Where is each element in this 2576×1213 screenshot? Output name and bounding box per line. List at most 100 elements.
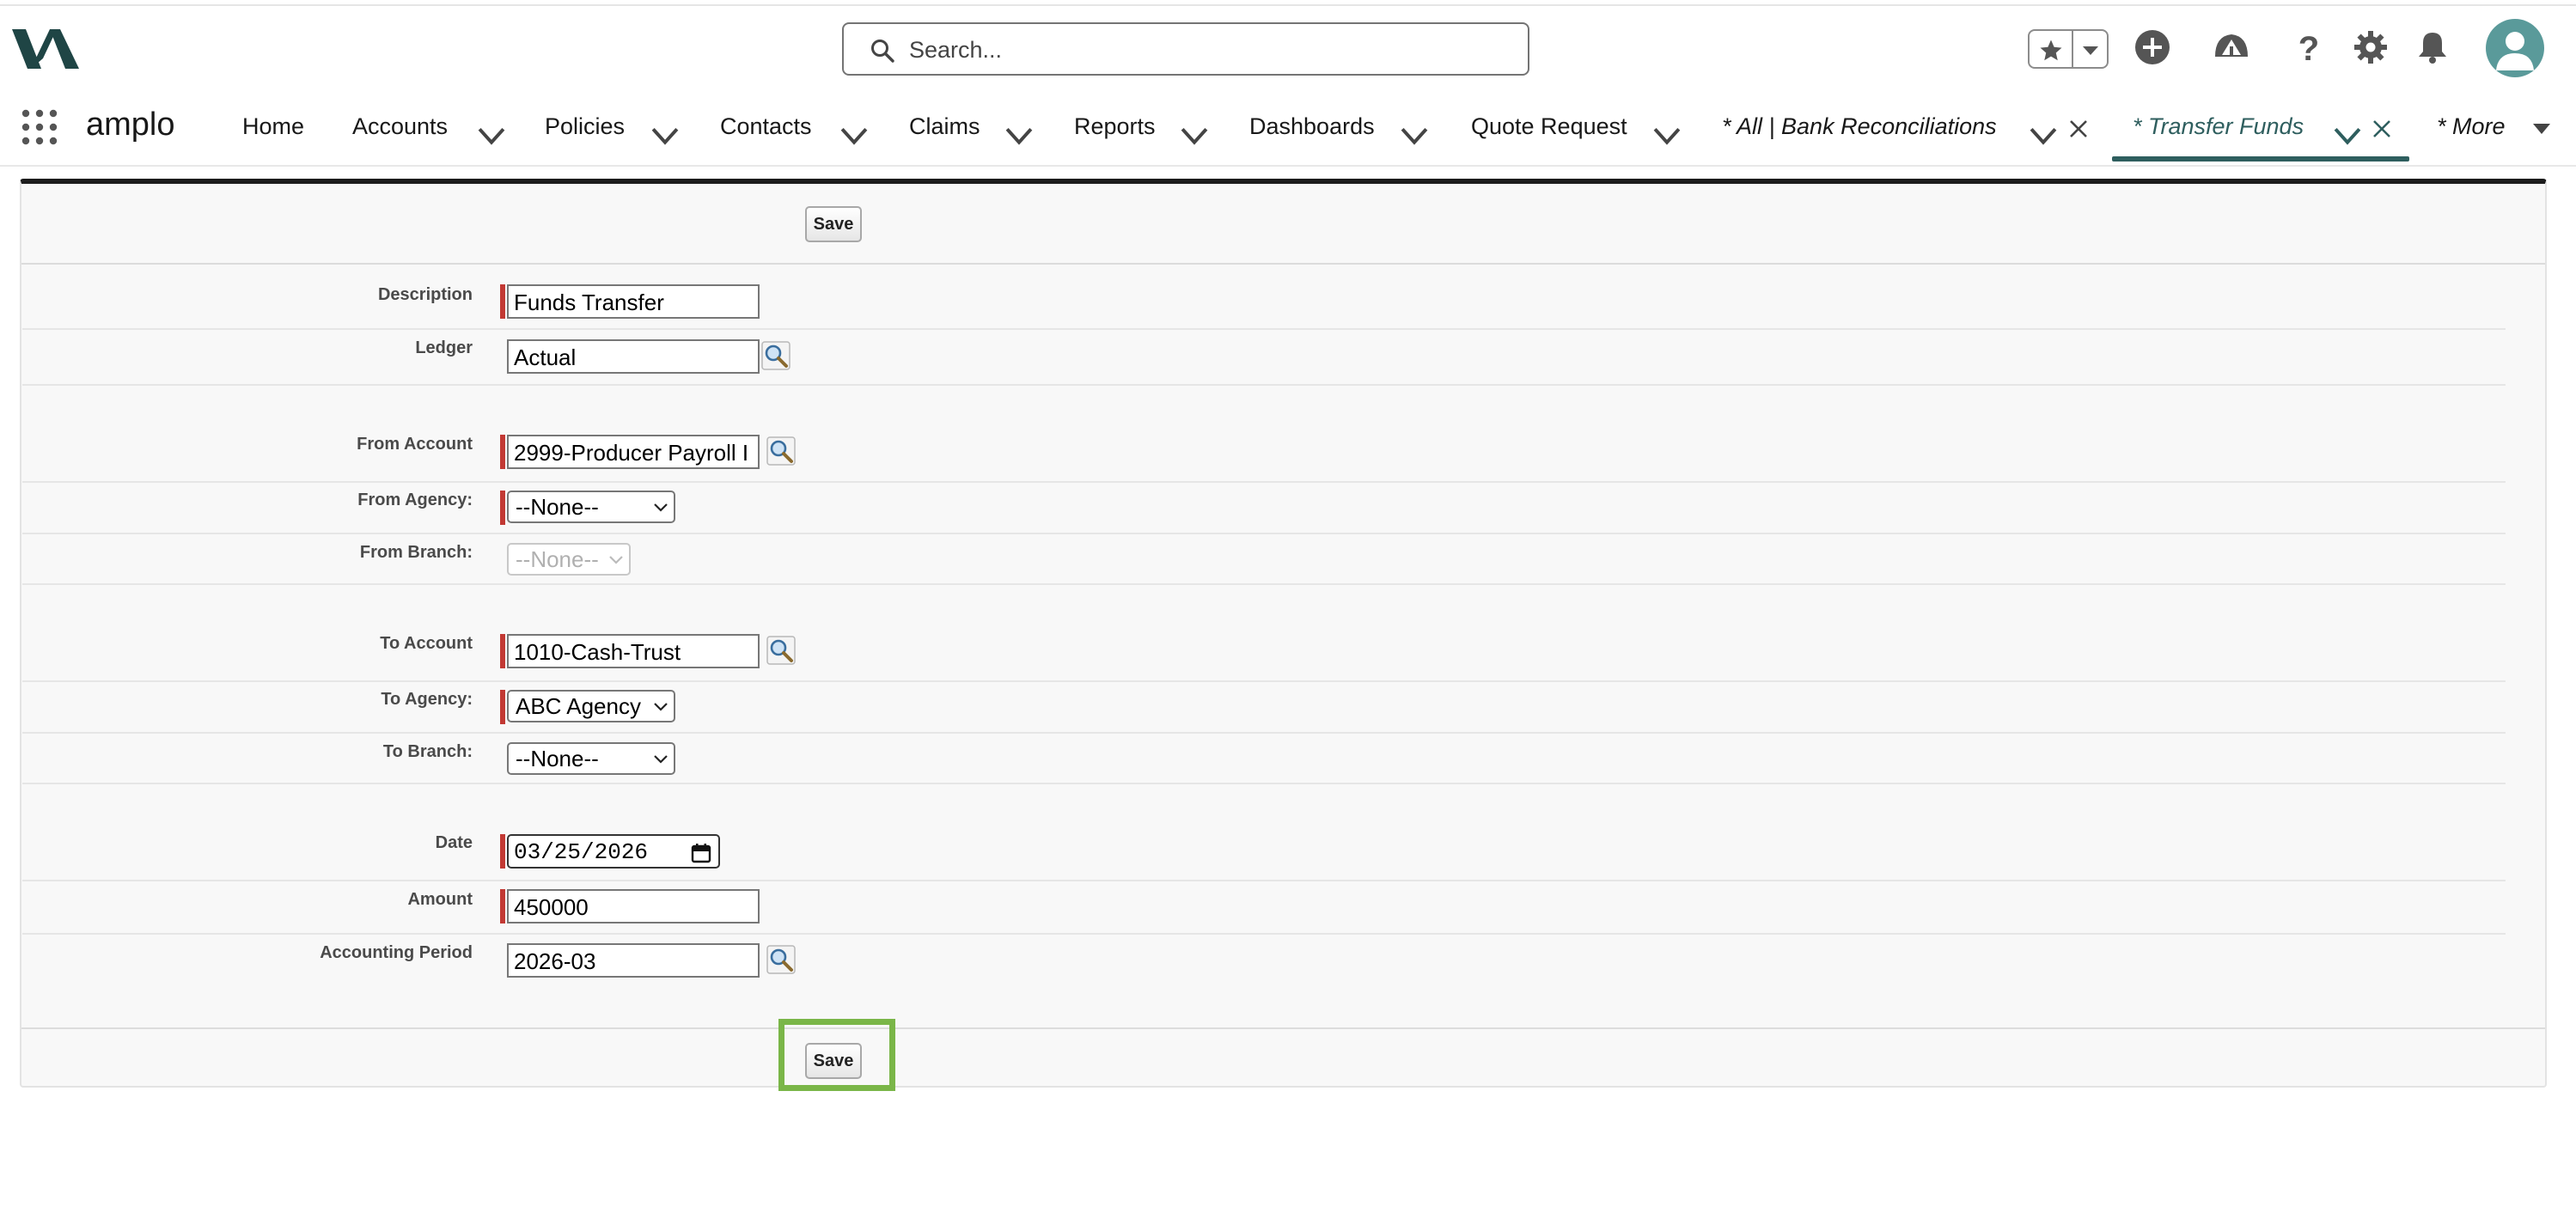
from-account-field[interactable]: 2999-Producer Payroll I (507, 435, 760, 469)
chevron-down-icon (609, 556, 623, 564)
from-branch-select: --None-- (507, 543, 631, 576)
more-tabs[interactable]: * More (2437, 113, 2506, 148)
row-divider (22, 783, 2506, 784)
nav-item-label: Quote Request (1471, 113, 1627, 139)
nav-separator (0, 165, 2576, 167)
chevron-down-icon[interactable] (474, 119, 509, 153)
nav-item-policies[interactable]: Policies (545, 113, 625, 148)
tab-label: * All | Bank Reconciliations (1722, 113, 1997, 139)
tab-bank-reconciliations[interactable]: * All | Bank Reconciliations (1722, 113, 1997, 148)
chevron-down-icon[interactable] (2026, 119, 2060, 153)
to-branch-select[interactable]: --None-- (507, 742, 675, 775)
chevron-down-icon[interactable] (1177, 119, 1212, 153)
calendar-icon[interactable] (691, 843, 711, 863)
tab-label: * Transfer Funds (2133, 113, 2304, 139)
ledger-label: Ledger (415, 338, 473, 357)
caret-down-icon[interactable] (2531, 122, 2552, 136)
user-icon (2496, 32, 2534, 70)
chevron-down-icon[interactable] (1002, 119, 1036, 153)
row-divider (22, 481, 2506, 483)
chevron-down-icon[interactable] (837, 119, 871, 153)
amplo-logo[interactable] (12, 24, 81, 74)
nav-item-label: Home (242, 113, 305, 139)
nav-item-dashboards[interactable]: Dashboards (1249, 113, 1375, 148)
required-indicator (500, 284, 505, 319)
nav-item-reports[interactable]: Reports (1074, 113, 1156, 148)
nav-item-accounts[interactable]: Accounts (352, 113, 448, 148)
lookup-magnifier-icon[interactable] (766, 636, 796, 665)
description-label: Description (377, 285, 473, 304)
chevron-down-icon (654, 703, 668, 711)
nav-item-label: Reports (1074, 113, 1156, 139)
from-branch-label: From Branch: (359, 543, 473, 562)
to-agency-value: ABC Agency (516, 693, 641, 719)
nav-item-claims[interactable]: Claims (909, 113, 980, 148)
bottom-button-bar: Save (21, 1027, 2545, 1089)
date-label: Date (435, 833, 473, 852)
add-icon[interactable] (2133, 27, 2172, 67)
chevron-down-icon[interactable] (1650, 119, 1684, 153)
notifications-bell-icon[interactable] (2413, 27, 2452, 67)
top-button-bar: Save (21, 184, 2545, 265)
from-agency-select[interactable]: --None-- (507, 491, 675, 523)
accounting-period-field[interactable]: 2026-03 (507, 943, 760, 978)
to-branch-label: To Branch: (382, 742, 473, 761)
tab-transfer-funds[interactable]: * Transfer Funds (2133, 113, 2304, 148)
date-value: 03/25/2026 (514, 839, 649, 865)
row-divider (22, 680, 2506, 682)
required-indicator (500, 690, 505, 724)
required-indicator (500, 889, 505, 923)
nav-item-quote-request[interactable]: Quote Request (1471, 113, 1627, 148)
nav-item-label: Accounts (352, 113, 449, 139)
active-tab-indicator (2112, 156, 2409, 162)
chevron-down-icon[interactable] (648, 119, 682, 153)
from-account-label: From Account (357, 435, 473, 454)
close-tab-icon[interactable] (2066, 117, 2091, 141)
to-agency-select[interactable]: ABC Agency (507, 690, 675, 722)
to-agency-label: To Agency: (381, 690, 473, 709)
row-divider (22, 933, 2506, 935)
to-account-label: To Account (380, 634, 473, 653)
lookup-magnifier-icon[interactable] (761, 341, 791, 370)
description-field[interactable]: Funds Transfer (507, 284, 760, 319)
svg-text:?: ? (2298, 30, 2319, 67)
nav-item-label: Policies (545, 113, 626, 139)
chevron-down-icon[interactable] (2330, 119, 2365, 153)
date-field[interactable]: 03/25/2026 (507, 834, 720, 869)
chevron-down-icon (654, 503, 668, 512)
search-input[interactable] (909, 34, 1493, 65)
save-button-top[interactable]: Save (805, 206, 862, 242)
save-button-highlight (778, 1019, 895, 1091)
amount-field[interactable]: 450000 (507, 889, 760, 923)
trailhead-icon[interactable] (2212, 27, 2251, 67)
gear-icon[interactable] (2351, 27, 2390, 67)
chevron-down-icon[interactable] (1397, 119, 1431, 153)
close-tab-icon[interactable] (2370, 117, 2394, 141)
user-avatar[interactable] (2486, 19, 2544, 77)
app-launcher-icon[interactable] (21, 108, 58, 146)
required-indicator (500, 834, 505, 869)
ledger-field[interactable]: Actual (507, 339, 760, 374)
to-account-field[interactable]: 1010-Cash-Trust (507, 634, 760, 668)
row-divider (22, 732, 2506, 734)
global-search[interactable] (842, 22, 1529, 76)
accounting-period-label: Accounting Period (320, 943, 473, 962)
lookup-magnifier-icon[interactable] (766, 945, 796, 974)
favorites-button[interactable] (2028, 29, 2109, 69)
nav-item-label: Dashboards (1249, 113, 1375, 139)
top-border (0, 0, 2576, 6)
nav-item-home[interactable]: Home (242, 113, 304, 148)
more-label: * More (2437, 113, 2506, 139)
from-branch-value: --None-- (516, 546, 599, 572)
row-divider (22, 880, 2506, 881)
required-indicator (500, 491, 505, 525)
help-icon[interactable]: ? (2289, 27, 2329, 67)
search-icon (871, 40, 894, 63)
nav-item-contacts[interactable]: Contacts (720, 113, 812, 148)
row-divider (22, 583, 2506, 585)
amount-label: Amount (407, 890, 473, 909)
lookup-magnifier-icon[interactable] (766, 436, 796, 466)
from-agency-value: --None-- (516, 494, 599, 520)
required-indicator (500, 634, 505, 668)
row-divider (22, 384, 2506, 386)
